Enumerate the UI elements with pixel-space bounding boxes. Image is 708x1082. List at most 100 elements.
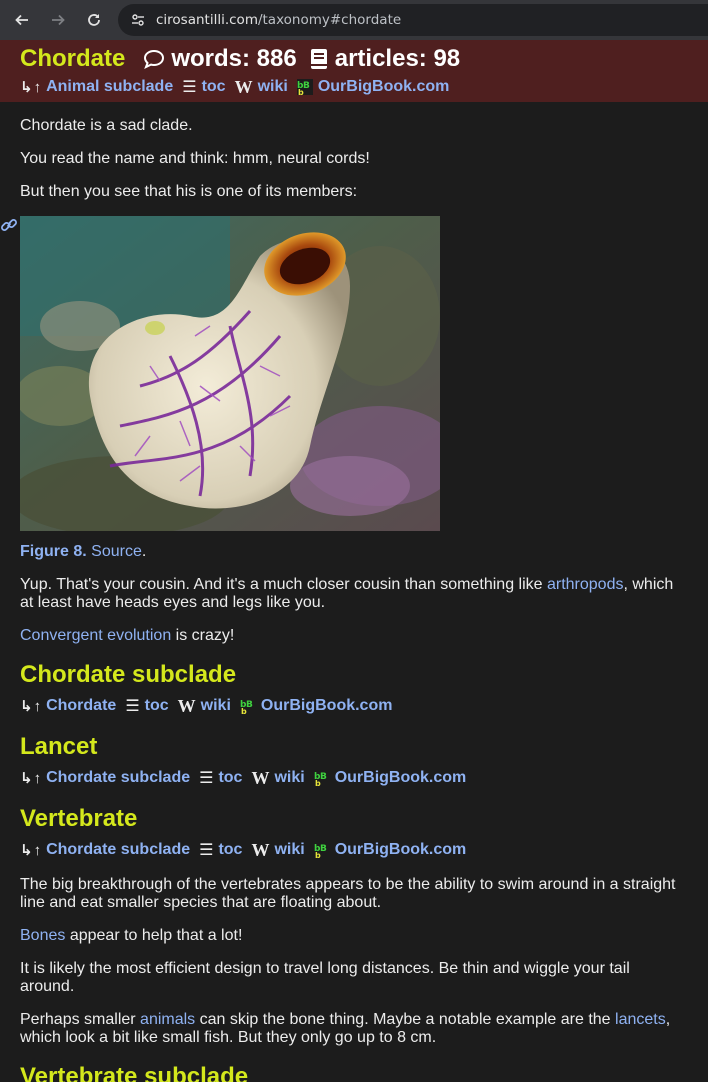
reload-icon [88, 14, 100, 26]
svg-text:b: b [315, 779, 321, 786]
ourbigbook-logo-icon: bBb [314, 842, 330, 858]
toc-label: toc [144, 697, 169, 714]
words-stat: words: 886 [143, 45, 297, 73]
section-heading[interactable]: Lancet [20, 733, 688, 761]
section-heading[interactable]: Vertebrate [20, 805, 688, 833]
section-nav: ↳↑ Chordate subclade ☰ toc Wwiki b Bb OurBi… [20, 767, 688, 789]
ourbigbook-logo-icon: bBb [314, 770, 330, 786]
text: can skip the bone thing. Maybe a notable… [195, 1011, 616, 1028]
figure [1, 216, 440, 531]
section-heading[interactable]: Chordate subclade [20, 661, 688, 689]
back-button[interactable] [10, 8, 34, 32]
animals-link[interactable]: animals [140, 1011, 195, 1028]
page-title-row: Chordate words: 886 articles: 98 [20, 42, 688, 76]
parent-link-label: Animal subclade [46, 78, 174, 95]
paragraph: Bones appear to help that a lot! [20, 927, 688, 945]
parent-link[interactable]: Chordate subclade [46, 769, 190, 787]
speech-bubble-icon [144, 49, 165, 69]
text: Yup. That's your cousin. And it's a much… [20, 576, 547, 593]
page-title[interactable]: Chordate [20, 45, 125, 73]
bones-link[interactable]: Bones [20, 927, 65, 944]
reload-button[interactable] [82, 8, 106, 32]
svg-text:b: b [241, 707, 247, 714]
toc-link[interactable]: ☰ toc [199, 840, 242, 860]
url-path: /taxonomy#chordate [257, 12, 402, 28]
text: is crazy! [171, 627, 235, 644]
ourbigbook-label: OurBigBook.com [317, 78, 450, 95]
svg-text:B: B [320, 772, 327, 782]
paragraph: Convergent evolution is crazy! [20, 627, 688, 645]
wiki-label: wiki [257, 78, 288, 95]
toc-link[interactable]: ☰ toc [182, 77, 225, 97]
url-text: cirosantilli.com/taxonomy#chordate [156, 12, 401, 28]
section-nav: ↳↑ Chordate subclade ☰ toc Wwiki b Bb OurBi… [20, 839, 688, 861]
wiki-label: wiki [200, 697, 231, 714]
wiki-label: wiki [274, 769, 305, 786]
article-body: Chordate is a sad clade. You read the na… [0, 117, 708, 1082]
figure-source-link[interactable]: Source [91, 543, 142, 560]
articles-label: articles: 98 [334, 45, 461, 72]
list-icon: ☰ [199, 842, 214, 859]
parent-link-label: Chordate [46, 697, 117, 714]
wikipedia-icon: W [177, 695, 196, 716]
toc-link[interactable]: ☰ toc [125, 696, 168, 716]
caption-suffix: . [141, 543, 147, 560]
parent-link[interactable]: Animal subclade [46, 78, 173, 96]
wiki-link[interactable]: Wwiki [178, 696, 231, 717]
ourbigbook-link[interactable]: b Bb OurBigBook.com [314, 769, 467, 787]
parent-arrows-icon: ↳↑ [20, 698, 43, 715]
paragraph: Chordate is a sad clade. [20, 117, 193, 134]
section-heading[interactable]: Vertebrate subclade [20, 1063, 688, 1082]
toc-link[interactable]: ☰ toc [199, 768, 242, 788]
ourbigbook-logo-icon: bBb [296, 79, 313, 95]
wiki-link[interactable]: Wwiki [235, 77, 288, 98]
list-icon: ☰ [199, 770, 214, 787]
paragraph: But then you see that his is one of its … [20, 183, 358, 200]
book-icon [310, 49, 327, 69]
header-nav: ↳↑ Animal subclade ☰ toc Wwiki b Bb OurBigB… [20, 76, 688, 98]
arthropods-link[interactable]: arthropods [547, 576, 624, 593]
arrow-right-icon [52, 14, 65, 26]
paragraph: The big breakthrough of the vertebrates … [20, 876, 676, 911]
text: Perhaps smaller [20, 1011, 141, 1028]
svg-text:b: b [315, 851, 321, 858]
figure-caption: Figure 8. Source. [20, 543, 688, 561]
ourbigbook-link[interactable]: b Bb OurBigBook.com [314, 841, 467, 859]
address-bar[interactable]: cirosantilli.com/taxonomy#chordate [118, 4, 708, 36]
svg-text:B: B [320, 844, 327, 854]
paragraph: Yup. That's your cousin. And it's a much… [20, 576, 688, 612]
page-content: Chordate words: 886 articles: 98 ↳↑ Anim… [0, 40, 708, 1082]
paragraph: You read the name and think: hmm, neural… [20, 150, 370, 167]
toc-label: toc [218, 769, 243, 786]
svg-text:b: b [298, 88, 304, 95]
wikipedia-icon: W [234, 76, 253, 97]
parent-link[interactable]: Chordate subclade [46, 841, 190, 859]
link-icon[interactable] [0, 216, 18, 239]
ourbigbook-label: OurBigBook.com [334, 841, 467, 858]
list-icon: ☰ [125, 698, 140, 715]
sea-squirt-photo[interactable] [20, 216, 440, 531]
toc-label: toc [201, 78, 226, 95]
arrow-left-icon [15, 14, 28, 26]
wikipedia-icon: W [251, 767, 270, 788]
paragraph: It is likely the most efficient design t… [20, 960, 630, 995]
toc-label: toc [218, 841, 243, 858]
svg-text:B: B [246, 700, 253, 710]
ourbigbook-logo-icon: bBb [240, 698, 256, 714]
lancets-link[interactable]: lancets [615, 1011, 666, 1028]
wikipedia-icon: W [251, 839, 270, 860]
ourbigbook-label: OurBigBook.com [260, 697, 393, 714]
convergent-evolution-link[interactable]: Convergent evolution [20, 627, 171, 644]
site-settings-icon[interactable] [127, 9, 149, 31]
ourbigbook-link[interactable]: b Bb OurBigBook.com [240, 697, 393, 715]
section-nav: ↳↑ Chordate ☰ toc Wwiki b Bb OurBigBook.com [20, 695, 688, 717]
articles-stat: articles: 98 [309, 45, 460, 73]
parent-link-label: Chordate subclade [46, 769, 191, 786]
wiki-link[interactable]: Wwiki [251, 768, 304, 789]
text: appear to help that a lot! [65, 927, 243, 944]
ourbigbook-link[interactable]: b Bb OurBigBook.com [296, 78, 450, 96]
wiki-link[interactable]: Wwiki [251, 840, 304, 861]
forward-button[interactable] [46, 8, 70, 32]
figure-label[interactable]: Figure 8. [20, 543, 87, 560]
parent-link[interactable]: Chordate [46, 697, 116, 715]
